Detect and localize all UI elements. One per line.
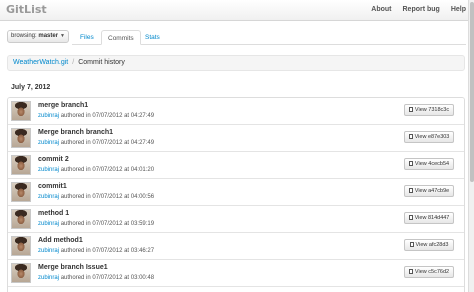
breadcrumb-repo-link[interactable]: WeatherWatch.git [13, 59, 68, 66]
document-icon [408, 107, 413, 112]
commit-message[interactable]: Add method1 [38, 237, 83, 244]
commit-authored-text: authored in 07/07/2012 at 03:46:27 [60, 248, 155, 254]
commit-row: method 1 zubinraj authored in 07/07/2012… [8, 206, 464, 233]
commit-meta: zubinraj authored in 07/07/2012 at 03:00… [38, 275, 154, 281]
commit-author-link[interactable]: zubinraj [38, 248, 59, 254]
caret-down-icon: ▼ [60, 33, 65, 39]
commit-author-link[interactable]: zubinraj [38, 194, 59, 200]
view-commit-label: View c5c76d2 [414, 269, 450, 275]
branch-dropdown[interactable]: browsing: master ▼ [7, 30, 69, 43]
commit-authored-text: authored in 07/07/2012 at 04:01:20 [60, 167, 155, 173]
tab-stats[interactable]: Stats [139, 30, 166, 45]
document-icon [408, 188, 413, 193]
branch-name: master [38, 33, 59, 39]
document-icon [408, 161, 413, 166]
commit-row: commit1 zubinraj authored in 07/07/2012 … [8, 179, 464, 206]
commit-meta: zubinraj authored in 07/07/2012 at 04:01… [38, 167, 154, 173]
commit-row: Merge branch Issue1 zubinraj authored in… [8, 260, 464, 287]
commit-author-link[interactable]: zubinraj [38, 167, 59, 173]
view-commit-label: View a47cb9e [414, 188, 450, 194]
commit-message[interactable]: Merge branch branch1 [38, 129, 113, 136]
view-commit-button[interactable]: View c5c76d2 [404, 266, 454, 278]
view-commit-button[interactable]: View 814d447 [404, 212, 454, 224]
commit-author-link[interactable]: zubinraj [38, 275, 59, 281]
commit-row: merge branch1 zubinraj authored in 07/07… [8, 98, 464, 125]
top-navbar: GitList About Report bug Help [0, 0, 474, 21]
commit-row: Add method1 zubinraj authored in 07/07/2… [8, 233, 464, 260]
vertical-scrollbar[interactable] [468, 0, 474, 292]
commit-authored-text: authored in 07/07/2012 at 04:00:56 [60, 194, 155, 200]
view-commit-label: View 814d447 [414, 215, 450, 221]
document-icon [408, 134, 413, 139]
view-commit-button[interactable]: View a47cb9e [404, 185, 454, 197]
breadcrumb-current: Commit history [78, 59, 125, 66]
nav-report-bug-link[interactable]: Report bug [403, 6, 440, 13]
nav-help-link[interactable]: Help [451, 6, 466, 13]
commit-row: commit 2 zubinraj authored in 07/07/2012… [8, 152, 464, 179]
avatar [11, 182, 31, 202]
commit-meta: zubinraj authored in 07/07/2012 at 04:00… [38, 194, 154, 200]
commit-authored-text: authored in 07/07/2012 at 04:27:49 [60, 140, 155, 146]
avatar [11, 263, 31, 283]
commit-row: Merge branch branch1 zubinraj authored i… [8, 125, 464, 152]
commit-meta: zubinraj authored in 07/07/2012 at 04:27… [38, 140, 154, 146]
document-icon [408, 269, 413, 274]
avatar [11, 128, 31, 148]
commit-authored-text: authored in 07/07/2012 at 03:59:19 [60, 221, 155, 227]
commit-message[interactable]: commit1 [38, 183, 67, 190]
avatar [11, 101, 31, 121]
avatar [11, 209, 31, 229]
view-commit-button[interactable]: View afc28d3 [404, 239, 454, 251]
scrollbar-thumb[interactable] [470, 2, 474, 182]
commit-message[interactable]: Merge branch Issue1 [38, 264, 108, 271]
nav-about-link[interactable]: About [371, 6, 391, 13]
commit-author-link[interactable]: zubinraj [38, 113, 59, 119]
commit-message[interactable]: method 1 [38, 210, 69, 217]
commit-meta: zubinraj authored in 07/07/2012 at 03:46… [38, 248, 154, 254]
view-commit-button[interactable]: View 7318c3c [404, 104, 454, 116]
commit-authored-text: authored in 07/07/2012 at 04:27:49 [60, 113, 155, 119]
view-commit-label: View 7318c3c [414, 107, 450, 113]
app-logo[interactable]: GitList [6, 3, 47, 16]
commit-date-header: July 7, 2012 [11, 84, 51, 91]
tab-commits[interactable]: Commits [101, 30, 141, 45]
breadcrumb: WeatherWatch.git / Commit history [7, 55, 465, 71]
document-icon [408, 215, 413, 220]
avatar [11, 155, 31, 175]
commit-author-link[interactable]: zubinraj [38, 221, 59, 227]
nav-links: About Report bug Help [371, 6, 466, 13]
commit-meta: zubinraj authored in 07/07/2012 at 03:59… [38, 221, 154, 227]
view-commit-label: View afc28d3 [415, 242, 449, 248]
breadcrumb-separator: / [72, 59, 75, 66]
view-commit-label: View 4cecb54 [414, 161, 450, 167]
view-commit-button[interactable]: View e87e303 [404, 131, 454, 143]
tab-files[interactable]: Files [74, 30, 100, 45]
document-icon [409, 242, 414, 247]
commit-meta: zubinraj authored in 07/07/2012 at 04:27… [38, 113, 154, 119]
commit-authored-text: authored in 07/07/2012 at 03:00:48 [60, 275, 155, 281]
commit-message[interactable]: commit 2 [38, 156, 69, 163]
view-commit-button[interactable]: View 4cecb54 [404, 158, 454, 170]
avatar [11, 236, 31, 256]
commit-list: merge branch1 zubinraj authored in 07/07… [7, 97, 465, 292]
branch-prefix: browsing: [11, 33, 37, 39]
commit-author-link[interactable]: zubinraj [38, 140, 59, 146]
view-commit-label: View e87e303 [414, 134, 450, 140]
commit-message[interactable]: merge branch1 [38, 102, 88, 109]
